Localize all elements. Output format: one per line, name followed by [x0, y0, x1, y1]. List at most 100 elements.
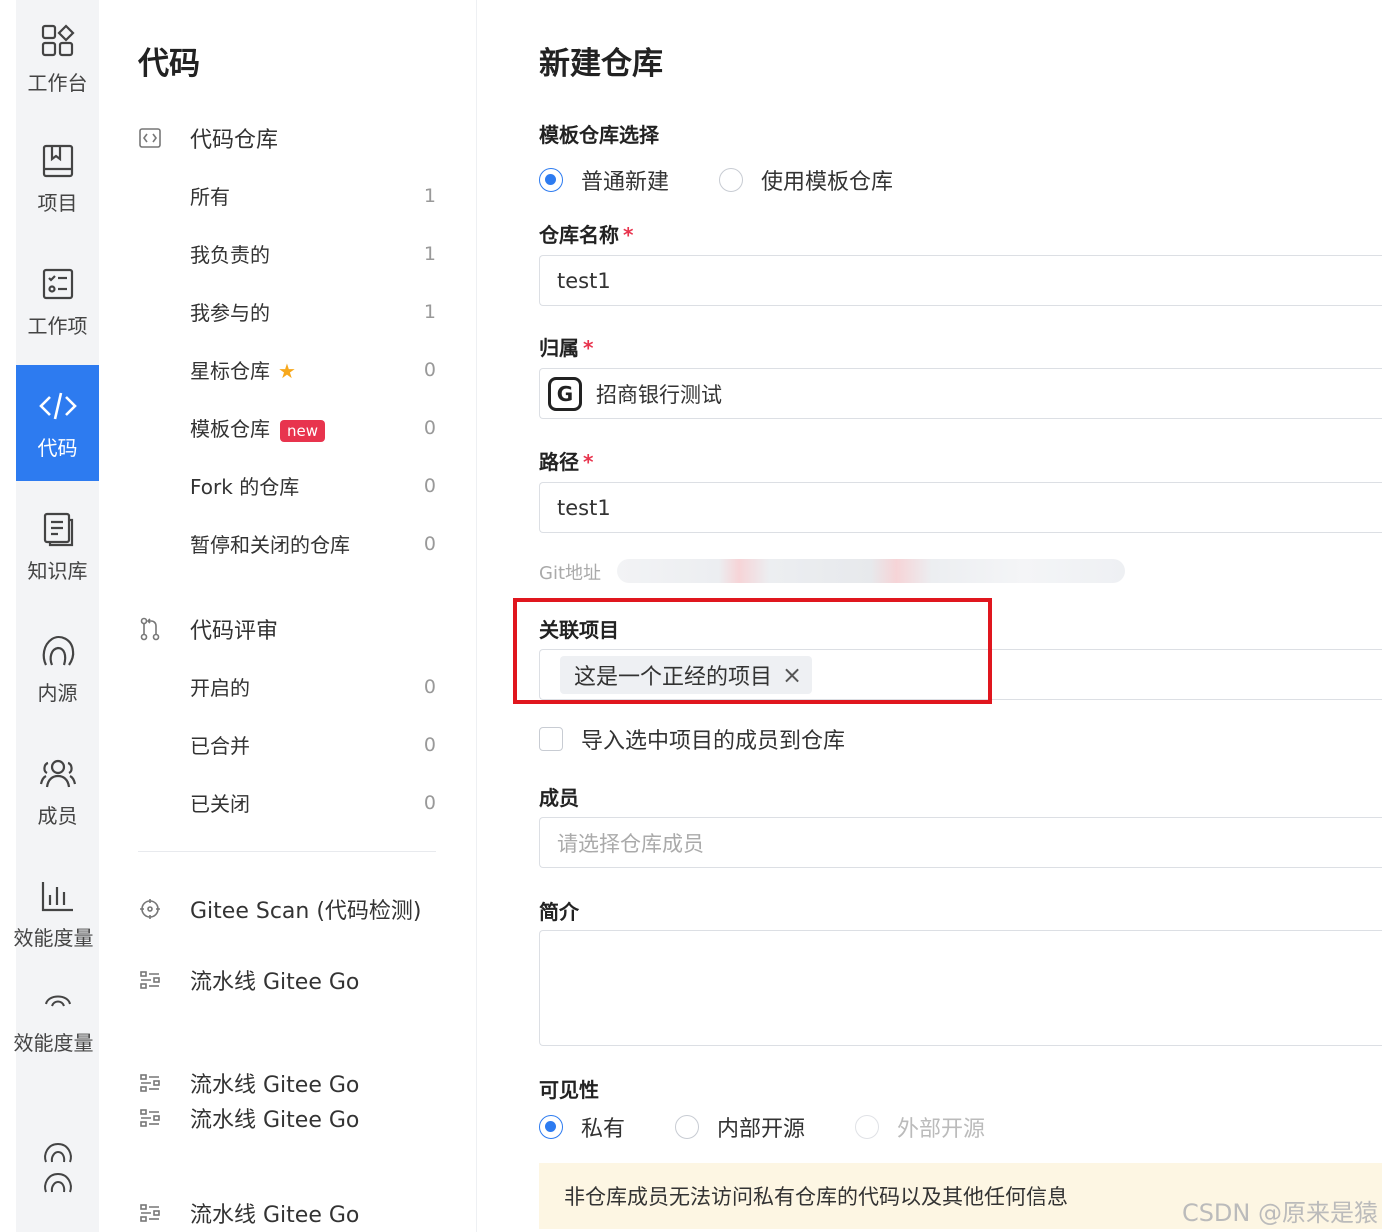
nav-item-count: 0	[423, 474, 436, 497]
nav-item-label: Gitee Scan (代码检测)	[190, 899, 422, 924]
radio-unchecked[interactable]	[719, 168, 744, 192]
radio-disabled	[855, 1115, 880, 1139]
radio-checked[interactable]	[539, 1115, 563, 1139]
nav-item-label: 所有	[190, 185, 230, 209]
nav-item-all[interactable]: 所有 1	[190, 181, 436, 210]
nav-section-repos[interactable]: 代码仓库	[138, 122, 278, 154]
code-icon	[38, 386, 78, 426]
innersource-icon	[38, 1142, 78, 1193]
nav-item-label: 流水线 Gitee Go	[190, 1073, 360, 1098]
nav-item-label: Fork 的仓库	[190, 475, 300, 499]
nav-item-pipeline[interactable]: 流水线 Gitee Go	[138, 964, 359, 996]
radio-normal-create[interactable]: 普通新建	[539, 164, 669, 196]
radio-private[interactable]: 私有	[539, 1111, 625, 1143]
nav-item-label: 流水线 Gitee Go	[190, 1203, 360, 1228]
nav-item-open[interactable]: 开启的 0	[190, 672, 436, 701]
nav-item-review-closed[interactable]: 已关闭 0	[190, 788, 436, 817]
nav-item-label: 流水线 Gitee Go	[190, 970, 360, 995]
pull-request-icon	[138, 617, 162, 641]
nav-item-fork[interactable]: Fork 的仓库 0	[190, 471, 436, 500]
radio-use-template[interactable]: 使用模板仓库	[719, 164, 893, 196]
rail-item-members[interactable]: 成员	[16, 733, 99, 849]
rail-label: 成员	[37, 803, 78, 828]
rail-label: 内源	[37, 680, 78, 705]
required-mark: *	[583, 450, 594, 474]
owner-value: 招商银行测试	[596, 382, 722, 407]
radio-label: 内部开源	[717, 1117, 806, 1142]
dashboard-icon	[38, 21, 78, 61]
required-mark: *	[623, 223, 634, 247]
nav-item-count: 0	[423, 416, 436, 439]
nav-item-gitee-scan[interactable]: Gitee Scan (代码检测)	[138, 893, 422, 925]
rail-label: 效能度量	[13, 1030, 94, 1055]
star-icon: ★	[278, 359, 296, 383]
pipeline-icon	[138, 1106, 162, 1130]
nav-item-pipeline[interactable]: 流水线 Gitee Go	[138, 1197, 359, 1229]
metric-icon	[38, 981, 78, 1021]
new-badge: new	[280, 420, 326, 442]
path-input[interactable]: test1	[539, 482, 1382, 533]
radio-label: 私有	[581, 1117, 626, 1142]
path-label: 路径 *	[539, 446, 593, 475]
notice-text: 非仓库成员无法访问私有仓库的代码以及其他任何信息	[564, 1185, 1068, 1209]
code-nav: 代码 代码仓库 所有 1 我负责的 1 我参与的 1 星标仓库 ★ 0 模板仓库 n…	[99, 0, 477, 1232]
rail-item-workbench[interactable]: 工作台	[16, 0, 99, 116]
new-repo-form: 新建仓库 模板仓库选择 普通新建 使用模板仓库 仓库名称 * test1 归属 * …	[477, 0, 1382, 1232]
required-mark: *	[583, 336, 594, 360]
rail-item-project[interactable]: 项目	[16, 120, 99, 236]
radio-unchecked[interactable]	[675, 1115, 700, 1139]
nav-item-template[interactable]: 模板仓库 new 0	[190, 413, 436, 442]
rail-item-code[interactable]: 代码	[16, 365, 99, 481]
nav-section-review[interactable]: 代码评审	[138, 613, 278, 645]
radio-label: 使用模板仓库	[761, 170, 894, 195]
project-icon	[38, 141, 78, 181]
nav-item-label: 星标仓库	[190, 359, 270, 383]
intro-textarea[interactable]	[539, 930, 1382, 1046]
members-select[interactable]: 请选择仓库成员	[539, 817, 1382, 868]
nav-item-pipeline[interactable]: 流水线 Gitee Go	[138, 1067, 359, 1099]
repo-name-input[interactable]: test1	[539, 255, 1382, 306]
rail-item-metrics[interactable]: 效能度量	[14, 855, 99, 971]
nav-item-merged[interactable]: 已合并 0	[190, 730, 436, 759]
git-address-label: Git地址	[539, 563, 602, 584]
rail-item-knowledge[interactable]: 知识库	[16, 488, 99, 604]
owner-select[interactable]: G 招商银行测试	[539, 368, 1382, 419]
radio-label: 普通新建	[581, 170, 670, 195]
import-members-label: 导入选中项目的成员到仓库	[581, 729, 846, 754]
nav-item-closed[interactable]: 暂停和关闭的仓库 0	[190, 529, 436, 558]
owner-label: 归属 *	[539, 332, 593, 361]
rail-item-workitem[interactable]: 工作项	[16, 243, 99, 359]
nav-item-mine[interactable]: 我负责的 1	[190, 239, 436, 268]
nav-item-pipeline[interactable]: 流水线 Gitee Go	[138, 1102, 359, 1134]
nav-item-count: 1	[423, 300, 436, 323]
nav-item-count: 1	[423, 184, 436, 207]
radio-public: 外部开源	[855, 1111, 985, 1143]
template-radio-group: 普通新建 使用模板仓库	[539, 164, 943, 196]
visibility-label: 可见性	[539, 1078, 599, 1102]
app-rail: 工作台 项目 工作项 代码 知识库 内源 成员 效能度量 效能度量	[13, 0, 99, 1232]
repo-name-value: test1	[557, 268, 611, 293]
nav-item-participated[interactable]: 我参与的 1	[190, 297, 436, 326]
csdn-watermark: CSDN @原来是猿	[1181, 1199, 1378, 1227]
rail-item-metrics-2[interactable]: 效能度量	[13, 968, 99, 1068]
nav-item-count: 0	[423, 358, 436, 381]
innersource-icon	[38, 631, 78, 671]
pipeline-icon	[138, 1201, 162, 1225]
import-members-checkbox-row[interactable]: 导入选中项目的成员到仓库	[539, 723, 845, 755]
annotation-highlight-box	[513, 598, 992, 704]
radio-internal[interactable]: 内部开源	[675, 1111, 805, 1143]
members-icon	[38, 754, 78, 794]
rail-item-extra[interactable]	[16, 1125, 99, 1215]
path-label-text: 路径	[539, 450, 579, 474]
nav-item-label: 开启的	[190, 676, 250, 700]
nav-item-count: 1	[423, 242, 436, 265]
pipeline-icon	[138, 1071, 162, 1095]
nav-item-starred[interactable]: 星标仓库 ★ 0	[190, 355, 436, 384]
radio-checked[interactable]	[539, 168, 563, 192]
pipeline-icon	[138, 968, 162, 992]
rail-label: 知识库	[27, 558, 88, 583]
rail-item-innersource[interactable]: 内源	[16, 610, 99, 726]
scan-target-icon	[138, 897, 162, 921]
import-members-checkbox[interactable]	[539, 727, 563, 751]
nav-item-count: 0	[423, 532, 436, 555]
